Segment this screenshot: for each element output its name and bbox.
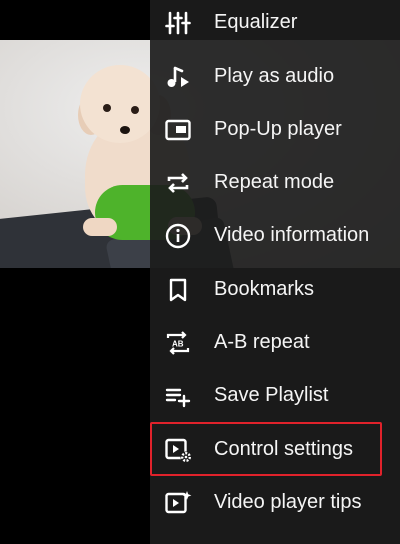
repeat-icon xyxy=(164,169,192,197)
equalizer-icon xyxy=(164,9,192,37)
menu-item-save-playlist[interactable]: Save Playlist xyxy=(150,369,400,422)
menu-item-ab-repeat[interactable]: AB A-B repeat xyxy=(150,316,400,369)
menu-item-bookmarks[interactable]: Bookmarks xyxy=(150,263,400,316)
info-icon xyxy=(164,222,192,250)
menu-item-label: Bookmarks xyxy=(214,278,315,300)
menu-item-repeat-mode[interactable]: Repeat mode xyxy=(150,156,400,209)
selection-highlight xyxy=(150,422,382,476)
ab-repeat-icon: AB xyxy=(164,329,192,357)
menu-item-label: Video information xyxy=(214,224,370,246)
menu-item-label: Equalizer xyxy=(214,11,298,33)
menu-item-label: Pop-Up player xyxy=(214,118,342,140)
menu-item-label: Repeat mode xyxy=(214,171,335,193)
menu-item-label: Save Playlist xyxy=(214,384,329,406)
menu-item-label: A-B repeat xyxy=(214,331,310,353)
menu-item-video-player-tips[interactable]: Video player tips xyxy=(150,476,400,529)
menu-item-label: Video player tips xyxy=(214,491,362,513)
menu-item-play-as-audio[interactable]: Play as audio xyxy=(150,50,400,103)
dog-eye-right xyxy=(131,106,139,114)
video-tips-icon xyxy=(164,489,192,517)
bookmark-icon xyxy=(164,276,192,304)
music-note-play-icon xyxy=(164,63,192,91)
menu-item-equalizer[interactable]: Equalizer xyxy=(150,0,400,49)
svg-text:AB: AB xyxy=(172,339,184,348)
dog-eye-left xyxy=(103,104,111,112)
menu-item-label: Play as audio xyxy=(214,65,335,87)
dog-nose xyxy=(120,126,130,134)
menu-item-video-information[interactable]: Video information xyxy=(150,209,400,262)
playlist-add-icon xyxy=(164,382,192,410)
menu-item-popup-player[interactable]: Pop-Up player xyxy=(150,103,400,156)
popup-player-icon xyxy=(164,116,192,144)
dog-paw-left xyxy=(83,218,117,236)
